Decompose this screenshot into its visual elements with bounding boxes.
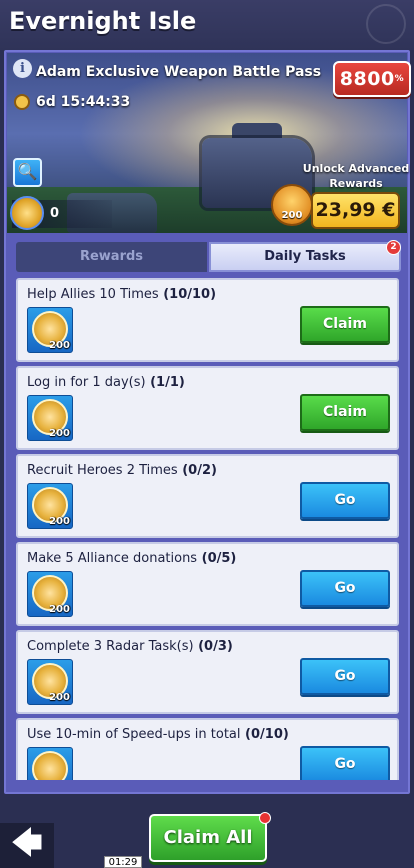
- task-card: Help Allies 10 Times (10/10) 200 Claim: [16, 278, 399, 362]
- task-card: Log in for 1 day(s) (1/1) 200 Claim: [16, 366, 399, 450]
- search-icon: 🔍: [17, 162, 38, 181]
- reward-item[interactable]: 200: [27, 659, 73, 705]
- token-count: 0: [50, 206, 60, 221]
- reward-qty: 200: [49, 516, 70, 527]
- task-progress: (0/5): [201, 551, 237, 566]
- tab-daily-tasks[interactable]: Daily Tasks: [209, 242, 401, 272]
- task-card: Make 5 Alliance donations (0/5) 200 Go: [16, 542, 399, 626]
- reward-qty: 200: [49, 692, 70, 703]
- task-title-text: Make 5 Alliance donations: [27, 551, 198, 566]
- task-title: Complete 3 Radar Task(s) (0/3): [27, 639, 233, 654]
- reward-qty: 200: [49, 340, 70, 351]
- unlock-advanced-label: Unlock Advanced Rewards: [302, 162, 410, 190]
- task-progress: (10/10): [163, 287, 217, 302]
- task-title-text: Recruit Heroes 2 Times: [27, 463, 178, 478]
- value-badge-suffix: %: [394, 74, 405, 84]
- premium-chest-qty: 200: [281, 210, 303, 221]
- task-card: Recruit Heroes 2 Times (0/2) 200 Go: [16, 454, 399, 538]
- reward-item[interactable]: 200: [27, 483, 73, 529]
- task-progress: (0/10): [245, 727, 289, 742]
- go-button[interactable]: Go: [300, 658, 390, 695]
- task-title: Help Allies 10 Times (10/10): [27, 287, 216, 302]
- reward-item[interactable]: 200: [27, 747, 73, 780]
- page-title: Evernight Isle: [9, 7, 197, 35]
- tab-rewards[interactable]: Rewards: [16, 242, 207, 272]
- reward-item[interactable]: 200: [27, 571, 73, 617]
- go-button[interactable]: Go: [300, 570, 390, 607]
- value-badge-number: 8800: [339, 68, 395, 90]
- task-title-text: Log in for 1 day(s): [27, 375, 146, 390]
- back-button[interactable]: 🡄: [0, 823, 54, 868]
- task-progress: (0/3): [198, 639, 233, 654]
- task-card: Use 10-min of Speed-ups in total (0/10) …: [16, 718, 399, 780]
- reward-qty: 200: [49, 428, 70, 439]
- info-icon[interactable]: i: [13, 59, 32, 78]
- clock-icon: [14, 94, 30, 110]
- task-card: Complete 3 Radar Task(s) (0/3) 200 Go: [16, 630, 399, 714]
- buy-pass-button[interactable]: 23,99 €: [311, 192, 400, 229]
- search-button[interactable]: 🔍: [13, 158, 42, 187]
- task-title: Recruit Heroes 2 Times (0/2): [27, 463, 217, 478]
- claim-button[interactable]: Claim: [300, 306, 390, 343]
- back-arrow-icon: 🡄: [11, 826, 43, 861]
- task-title: Log in for 1 day(s) (1/1): [27, 375, 185, 390]
- reward-qty: 200: [49, 604, 70, 615]
- go-button[interactable]: Go: [300, 482, 390, 519]
- claim-all-notification-dot: [259, 812, 271, 824]
- pass-name: Adam Exclusive Weapon Battle Pass: [36, 64, 322, 80]
- task-title-text: Use 10-min of Speed-ups in total: [27, 727, 241, 742]
- reward-item[interactable]: 200: [27, 307, 73, 353]
- claim-all-button[interactable]: Claim All: [149, 814, 267, 862]
- time-tag: 01:29: [104, 856, 142, 868]
- pass-timer: 6d 15:44:33: [36, 94, 131, 110]
- claim-button[interactable]: Claim: [300, 394, 390, 431]
- task-title: Make 5 Alliance donations (0/5): [27, 551, 236, 566]
- daily-tasks-badge: 2: [386, 240, 401, 255]
- pass-token-icon: [10, 196, 44, 230]
- go-button[interactable]: Go: [300, 746, 390, 780]
- medal-icon: [32, 751, 68, 780]
- task-list[interactable]: Help Allies 10 Times (10/10) 200 Claim L…: [16, 276, 401, 780]
- task-progress: (0/2): [182, 463, 217, 478]
- task-progress: (1/1): [150, 375, 185, 390]
- task-title-text: Help Allies 10 Times: [27, 287, 159, 302]
- header-emblem-icon: [366, 4, 406, 44]
- reward-item[interactable]: 200: [27, 395, 73, 441]
- value-badge: 8800%: [333, 61, 411, 97]
- task-title: Use 10-min of Speed-ups in total (0/10): [27, 727, 289, 742]
- task-title-text: Complete 3 Radar Task(s): [27, 639, 194, 654]
